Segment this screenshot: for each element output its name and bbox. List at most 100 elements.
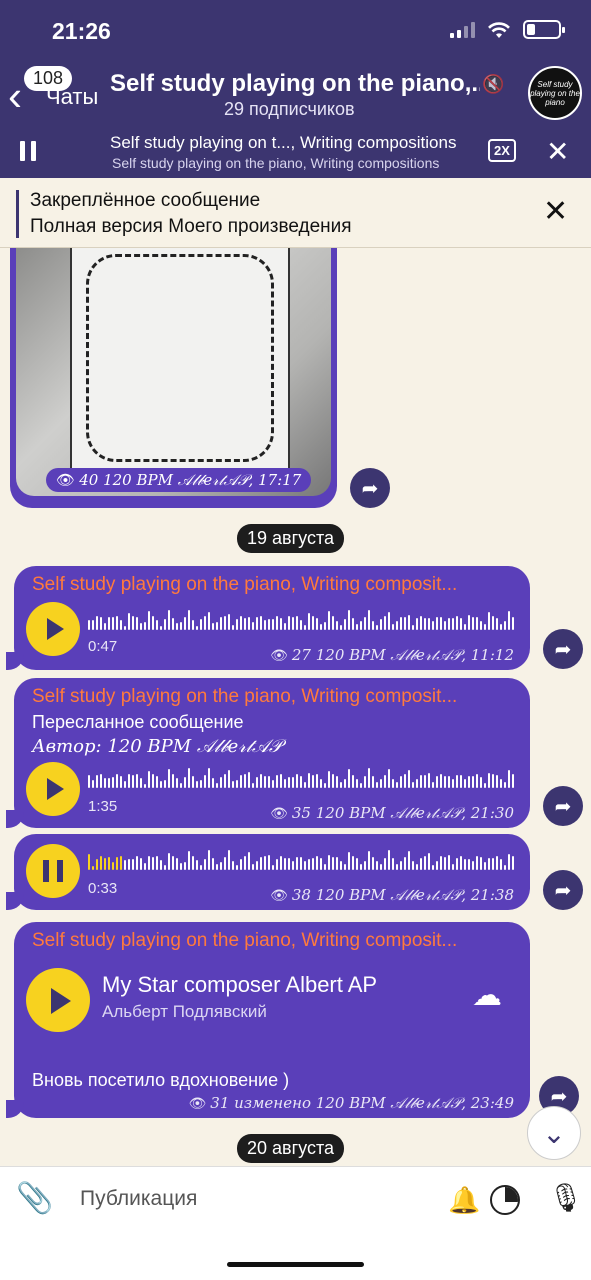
- photo-message[interactable]: 👁 40 120 BPM 𝒜𝓁𝒷𝑒𝓇𝓉𝒜𝒫, 17:17: [10, 248, 337, 508]
- waveform-bar: [452, 618, 454, 630]
- pinned-message[interactable]: Закреплённое сообщение Полная версия Мое…: [0, 178, 591, 248]
- back-chevron-icon[interactable]: ‹: [8, 75, 22, 117]
- voice-message[interactable]: Self study playing on the piano, Writing…: [6, 678, 530, 828]
- waveform-bar: [488, 772, 490, 788]
- waveform-bar: [448, 776, 450, 788]
- waveform-bar: [212, 778, 214, 788]
- waveform-bar: [200, 865, 202, 870]
- waveform-bar: [328, 770, 330, 788]
- wifi-icon: [488, 21, 510, 38]
- forwarded-author[interactable]: Автор: 120 BPM 𝒜𝓁𝒷𝑒𝓇𝓉𝒜𝒫: [32, 736, 282, 757]
- waveform-bar: [240, 774, 242, 788]
- waveform-bar: [428, 773, 430, 788]
- waveform-bar: [96, 775, 98, 788]
- waveform-bar: [136, 774, 138, 788]
- waveform-bar: [416, 778, 418, 788]
- voice-message-playing[interactable]: 0:33 👁 38 120 BPM 𝒜𝓁𝒷𝑒𝓇𝓉𝒜𝒫, 21:38: [6, 834, 530, 910]
- waveform-bar: [276, 616, 278, 630]
- back-button[interactable]: Чаты: [46, 84, 98, 110]
- waveform-bar: [368, 850, 370, 870]
- playback-speed-button[interactable]: 2X: [488, 139, 516, 162]
- message-input[interactable]: Публикация: [80, 1187, 197, 1211]
- player-track-subtitle: Self study playing on the piano, Writing…: [112, 155, 440, 171]
- waveform-bar: [292, 616, 294, 630]
- share-button[interactable]: ➦: [543, 870, 583, 910]
- pause-icon[interactable]: [20, 141, 38, 161]
- waveform-bar: [88, 620, 90, 630]
- waveform[interactable]: [88, 848, 516, 870]
- waveform-bar: [380, 779, 382, 788]
- waveform-bar: [160, 625, 162, 630]
- waveform-bar: [428, 618, 430, 630]
- waveform-bar: [368, 768, 370, 788]
- scroll-down-button[interactable]: ⌄: [527, 1106, 581, 1160]
- waveform-bar: [444, 856, 446, 870]
- waveform-bar: [480, 856, 482, 870]
- play-button[interactable]: [26, 762, 80, 816]
- waveform-bar: [200, 779, 202, 788]
- waveform-bar: [312, 858, 314, 870]
- waveform-bar: [440, 856, 442, 870]
- waveform-bar: [252, 621, 254, 630]
- waveform-bar: [164, 865, 166, 870]
- waveform-bar: [496, 774, 498, 788]
- waveform-bar: [468, 614, 470, 630]
- waveform-bar: [464, 858, 466, 870]
- close-pinned-icon[interactable]: ✕: [543, 194, 568, 229]
- status-time: 21:26: [52, 18, 111, 44]
- waveform[interactable]: [88, 766, 516, 788]
- close-player-icon[interactable]: ✕: [546, 135, 569, 168]
- play-button[interactable]: [26, 968, 90, 1032]
- waveform-bar: [264, 856, 266, 870]
- waveform-bar: [432, 864, 434, 870]
- waveform-bar: [160, 781, 162, 788]
- bell-icon[interactable]: 🔔: [448, 1185, 480, 1216]
- waveform-bar: [364, 616, 366, 630]
- share-button[interactable]: ➦: [543, 786, 583, 826]
- microphone-icon[interactable]: 🎙: [548, 1181, 584, 1214]
- waveform-bar: [296, 774, 298, 788]
- schedule-timer-icon[interactable]: [490, 1185, 520, 1215]
- forwarded-from[interactable]: Self study playing on the piano, Writing…: [32, 686, 512, 708]
- waveform-bar: [468, 858, 470, 870]
- audio-player-bar[interactable]: Self study playing on t..., Writing comp…: [0, 125, 591, 178]
- waveform-bar: [172, 617, 174, 630]
- waveform-bar: [316, 774, 318, 788]
- play-button[interactable]: [26, 602, 80, 656]
- pinned-indicator: [16, 190, 19, 238]
- waveform-bar: [404, 856, 406, 870]
- waveform-bar: [440, 774, 442, 788]
- waveform-bar: [100, 617, 102, 630]
- waveform[interactable]: [88, 608, 516, 630]
- channel-title[interactable]: Self study playing on the piano,...: [110, 70, 480, 98]
- waveform-bar: [116, 857, 118, 870]
- waveform-bar: [320, 778, 322, 788]
- waveform-bar: [312, 774, 314, 788]
- waveform-bar: [164, 619, 166, 630]
- forwarded-from[interactable]: Self study playing on the piano, Writing…: [32, 574, 512, 596]
- channel-avatar[interactable]: Self study playing on the piano: [528, 66, 582, 120]
- attach-paperclip-icon[interactable]: 📎: [16, 1181, 53, 1216]
- share-button[interactable]: ➦: [543, 629, 583, 669]
- waveform-bar: [140, 622, 142, 630]
- waveform-bar: [148, 855, 150, 870]
- audio-file-message[interactable]: Self study playing on the piano, Writing…: [6, 922, 530, 1118]
- chat-area[interactable]: 👁 40 120 BPM 𝒜𝓁𝒷𝑒𝓇𝓉𝒜𝒫, 17:17 ➦ 19 август…: [0, 248, 591, 1166]
- drawing-photo[interactable]: [16, 248, 331, 496]
- forwarded-from[interactable]: Self study playing on the piano, Writing…: [32, 930, 512, 952]
- voice-message[interactable]: Self study playing on the piano, Writing…: [6, 566, 530, 670]
- waveform-bar: [372, 776, 374, 788]
- waveform-bar: [200, 619, 202, 630]
- waveform-bar: [232, 625, 234, 630]
- voice-duration: 0:47: [88, 638, 118, 655]
- waveform-bar: [472, 776, 474, 788]
- waveform-bar: [332, 856, 334, 870]
- download-cloud-icon[interactable]: ☁: [472, 978, 502, 1013]
- share-button[interactable]: ➦: [350, 468, 390, 508]
- waveform-bar: [152, 774, 154, 788]
- waveform-bar: [432, 782, 434, 788]
- waveform-bar: [412, 861, 414, 870]
- pause-button[interactable]: [26, 844, 80, 898]
- waveform-bar: [468, 776, 470, 788]
- waveform-bar: [120, 775, 122, 788]
